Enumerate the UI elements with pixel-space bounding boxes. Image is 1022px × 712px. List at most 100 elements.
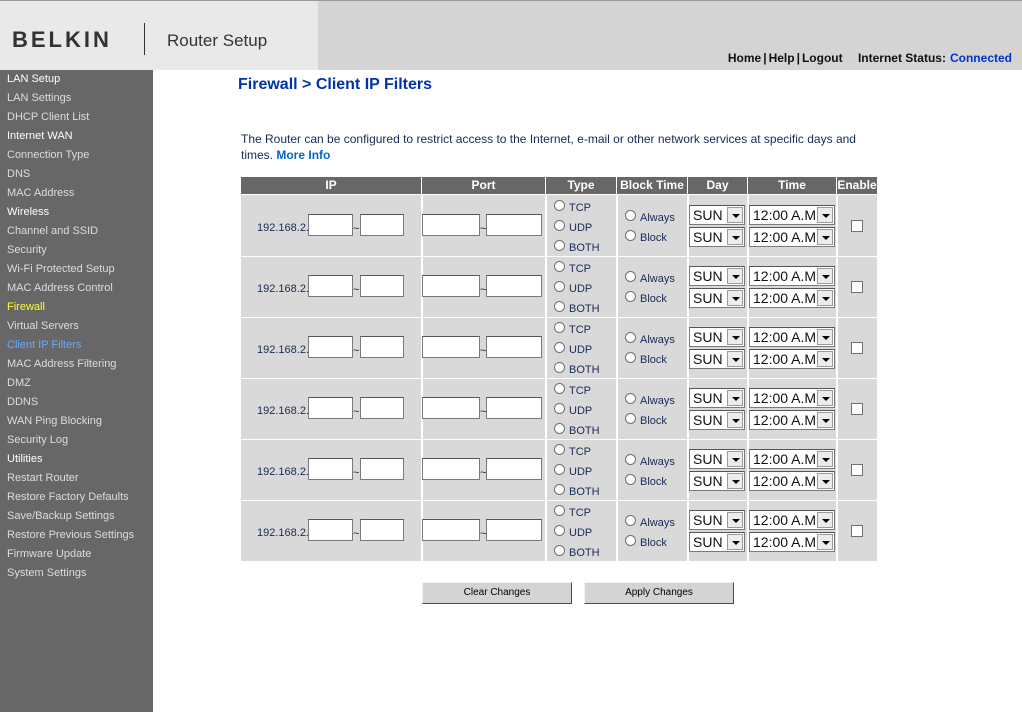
sidebar-item-channel-and-ssid[interactable]: Channel and SSID: [7, 225, 98, 237]
time-start-select[interactable]: 12:00 A.M.: [749, 388, 835, 408]
time-end-select[interactable]: 12:00 A.M.: [749, 532, 835, 552]
more-info-link[interactable]: More Info: [276, 148, 330, 162]
block-block-radio[interactable]: [625, 474, 636, 485]
day-end-select[interactable]: SUN: [689, 288, 745, 308]
type-udp-radio[interactable]: [554, 403, 565, 414]
chevron-down-icon[interactable]: [727, 268, 743, 284]
chevron-down-icon[interactable]: [727, 412, 743, 428]
chevron-down-icon[interactable]: [817, 329, 833, 345]
day-end-select[interactable]: SUN: [689, 349, 745, 369]
sidebar-item-dhcp-client-list[interactable]: DHCP Client List: [7, 111, 89, 123]
block-always-radio[interactable]: [625, 271, 636, 282]
ip-start-input[interactable]: [308, 397, 353, 419]
block-always-radio[interactable]: [625, 393, 636, 404]
ip-end-input[interactable]: [360, 519, 404, 541]
time-end-select[interactable]: 12:00 A.M.: [749, 227, 835, 247]
sidebar-item-dmz[interactable]: DMZ: [7, 377, 31, 389]
block-always-radio[interactable]: [625, 454, 636, 465]
type-tcp-radio[interactable]: [554, 383, 565, 394]
block-block-radio[interactable]: [625, 535, 636, 546]
type-both-radio[interactable]: [554, 301, 565, 312]
enable-checkbox[interactable]: [851, 403, 863, 415]
type-udp-radio[interactable]: [554, 220, 565, 231]
day-end-select[interactable]: SUN: [689, 471, 745, 491]
chevron-down-icon[interactable]: [817, 412, 833, 428]
port-start-input[interactable]: [422, 214, 480, 236]
port-end-input[interactable]: [486, 214, 542, 236]
help-link[interactable]: Help: [769, 51, 795, 65]
port-end-input[interactable]: [486, 458, 542, 480]
chevron-down-icon[interactable]: [817, 351, 833, 367]
type-tcp-radio[interactable]: [554, 505, 565, 516]
sidebar-item-mac-address-control[interactable]: MAC Address Control: [7, 282, 113, 294]
time-start-select[interactable]: 12:00 A.M.: [749, 510, 835, 530]
apply-changes-button[interactable]: Apply Changes: [584, 582, 734, 604]
time-end-select[interactable]: 12:00 A.M.: [749, 288, 835, 308]
block-always-radio[interactable]: [625, 332, 636, 343]
chevron-down-icon[interactable]: [727, 329, 743, 345]
time-end-select[interactable]: 12:00 A.M.: [749, 410, 835, 430]
time-start-select[interactable]: 12:00 A.M.: [749, 205, 835, 225]
type-both-radio[interactable]: [554, 240, 565, 251]
enable-checkbox[interactable]: [851, 525, 863, 537]
block-block-radio[interactable]: [625, 352, 636, 363]
time-start-select[interactable]: 12:00 A.M.: [749, 266, 835, 286]
ip-start-input[interactable]: [308, 214, 353, 236]
type-tcp-radio[interactable]: [554, 261, 565, 272]
time-end-select[interactable]: 12:00 A.M.: [749, 471, 835, 491]
sidebar-item-system-settings[interactable]: System Settings: [7, 567, 86, 579]
port-start-input[interactable]: [422, 458, 480, 480]
sidebar-item-restore-factory-defaults[interactable]: Restore Factory Defaults: [7, 491, 129, 503]
enable-checkbox[interactable]: [851, 464, 863, 476]
type-both-radio[interactable]: [554, 545, 565, 556]
chevron-down-icon[interactable]: [727, 351, 743, 367]
day-end-select[interactable]: SUN: [689, 410, 745, 430]
type-both-radio[interactable]: [554, 423, 565, 434]
day-start-select[interactable]: SUN: [689, 449, 745, 469]
chevron-down-icon[interactable]: [727, 451, 743, 467]
sidebar-item-client-ip-filters[interactable]: Client IP Filters: [7, 339, 81, 351]
type-tcp-radio[interactable]: [554, 200, 565, 211]
ip-end-input[interactable]: [360, 275, 404, 297]
day-start-select[interactable]: SUN: [689, 327, 745, 347]
block-block-radio[interactable]: [625, 291, 636, 302]
sidebar-item-connection-type[interactable]: Connection Type: [7, 149, 89, 161]
chevron-down-icon[interactable]: [817, 390, 833, 406]
day-end-select[interactable]: SUN: [689, 532, 745, 552]
chevron-down-icon[interactable]: [727, 390, 743, 406]
type-both-radio[interactable]: [554, 484, 565, 495]
logout-link[interactable]: Logout: [802, 51, 843, 65]
sidebar-item-wan-ping-blocking[interactable]: WAN Ping Blocking: [7, 415, 102, 427]
ip-end-input[interactable]: [360, 458, 404, 480]
port-start-input[interactable]: [422, 336, 480, 358]
sidebar-item-lan-settings[interactable]: LAN Settings: [7, 92, 71, 104]
day-start-select[interactable]: SUN: [689, 205, 745, 225]
port-end-input[interactable]: [486, 336, 542, 358]
chevron-down-icon[interactable]: [817, 534, 833, 550]
ip-start-input[interactable]: [308, 275, 353, 297]
ip-end-input[interactable]: [360, 336, 404, 358]
enable-checkbox[interactable]: [851, 281, 863, 293]
sidebar-item-virtual-servers[interactable]: Virtual Servers: [7, 320, 79, 332]
sidebar-item-firmware-update[interactable]: Firmware Update: [7, 548, 91, 560]
type-tcp-radio[interactable]: [554, 322, 565, 333]
chevron-down-icon[interactable]: [727, 512, 743, 528]
day-start-select[interactable]: SUN: [689, 266, 745, 286]
ip-end-input[interactable]: [360, 214, 404, 236]
day-start-select[interactable]: SUN: [689, 510, 745, 530]
sidebar-item-restore-previous-settings[interactable]: Restore Previous Settings: [7, 529, 134, 541]
day-end-select[interactable]: SUN: [689, 227, 745, 247]
sidebar-item-save-backup-settings[interactable]: Save/Backup Settings: [7, 510, 115, 522]
ip-end-input[interactable]: [360, 397, 404, 419]
chevron-down-icon[interactable]: [817, 290, 833, 306]
chevron-down-icon[interactable]: [817, 473, 833, 489]
port-end-input[interactable]: [486, 519, 542, 541]
chevron-down-icon[interactable]: [817, 207, 833, 223]
type-udp-radio[interactable]: [554, 281, 565, 292]
type-udp-radio[interactable]: [554, 525, 565, 536]
chevron-down-icon[interactable]: [727, 207, 743, 223]
ip-start-input[interactable]: [308, 519, 353, 541]
sidebar-item-ddns[interactable]: DDNS: [7, 396, 38, 408]
chevron-down-icon[interactable]: [817, 451, 833, 467]
sidebar-item-mac-address-filtering[interactable]: MAC Address Filtering: [7, 358, 116, 370]
